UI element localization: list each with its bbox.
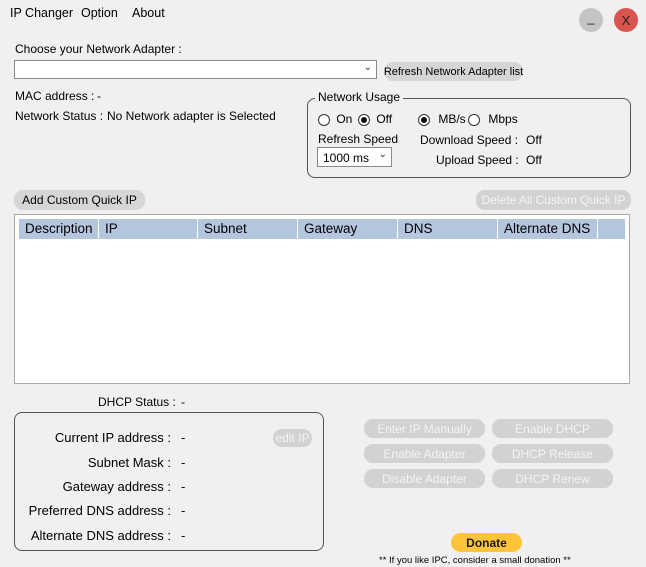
close-icon: X [621,12,631,28]
column-dns[interactable]: DNS [398,219,498,239]
donate-button[interactable]: Donate [451,533,522,552]
unit-mbs-radio[interactable]: MB/s [418,112,466,126]
minimize-button[interactable]: _ [579,8,603,32]
disable-adapter-button[interactable]: Disable Adapter [364,469,485,488]
donate-button-label: Donate [466,535,507,550]
dhcp-release-button[interactable]: DHCP Release [492,444,613,463]
menu-option[interactable]: Option [81,6,118,20]
subnet-mask-label: Subnet Mask : [87,455,171,470]
refresh-speed-label: Refresh Speed [318,132,399,146]
column-alternate-dns[interactable]: Alternate DNS [498,219,598,239]
quick-ip-table[interactable]: Description IP Subnet Gateway DNS Altern… [14,214,630,384]
enable-adapter-button[interactable]: Enable Adapter [364,444,485,463]
download-speed-label: Download Speed : [420,133,519,147]
minimize-icon: _ [587,9,595,25]
upload-speed-value: Off [526,153,542,167]
add-custom-quick-ip-button[interactable]: Add Custom Quick IP [14,190,145,210]
donation-note: ** If you like IPC, consider a small don… [379,555,571,566]
dhcp-renew-button[interactable]: DHCP Renew [492,469,613,488]
radio-checked-icon [418,113,430,126]
current-ip-label: Current IP address : [54,430,171,445]
radio-icon [468,113,480,126]
column-ip[interactable]: IP [99,219,198,239]
mac-address-value: - [97,89,101,103]
enable-dhcp-button[interactable]: Enable DHCP [492,419,613,438]
chevron-down-icon: ⌄ [378,149,387,160]
chevron-down-icon: ⌄ [363,62,372,73]
menu-ip-changer[interactable]: IP Changer [10,6,73,20]
choose-adapter-label: Choose your Network Adapter : [15,42,182,56]
unit-mbps-radio[interactable]: Mbps [468,112,518,126]
radio-checked-icon [358,113,370,126]
upload-speed-label: Upload Speed : [436,153,519,167]
adapter-select[interactable]: ⌄ [14,60,377,79]
radio-icon [318,113,330,126]
delete-all-custom-quick-ip-button[interactable]: Delete All Custom Quick IP [476,190,631,210]
preferred-dns-label: Preferred DNS address : [28,503,171,518]
column-subnet[interactable]: Subnet [198,219,298,239]
alternate-dns-label: Alternate DNS address : [30,528,171,543]
current-ip-value: - [181,430,186,445]
dhcp-status-value: - [181,395,185,409]
network-status-value: No Network adapter is Selected [107,109,276,123]
table-header: Description IP Subnet Gateway DNS Altern… [19,219,625,239]
edit-ip-button[interactable]: edit IP [273,429,312,447]
usage-off-radio[interactable]: Off [358,112,392,126]
refresh-speed-select[interactable]: 1000 ms ⌄ [317,147,392,167]
menu-about[interactable]: About [132,6,165,20]
subnet-mask-value: - [181,455,186,470]
enter-ip-manually-button[interactable]: Enter IP Manually [364,419,485,438]
mac-address-label: MAC address : [15,89,95,103]
dhcp-status-label: DHCP Status : [98,395,176,409]
network-usage-title: Network Usage [315,90,404,104]
usage-on-radio[interactable]: On [318,112,352,126]
close-button[interactable]: X [614,8,638,32]
refresh-adapter-list-button[interactable]: Refresh Network Adapter list [384,62,523,81]
column-gateway[interactable]: Gateway [298,219,398,239]
column-description[interactable]: Description [19,219,99,239]
preferred-dns-value: - [181,503,186,518]
gateway-address-label: Gateway address : [62,479,171,494]
gateway-address-value: - [181,479,186,494]
refresh-speed-value: 1000 ms [323,151,370,165]
alternate-dns-value: - [181,528,186,543]
network-status-label: Network Status : [15,109,104,123]
download-speed-value: Off [526,133,542,147]
